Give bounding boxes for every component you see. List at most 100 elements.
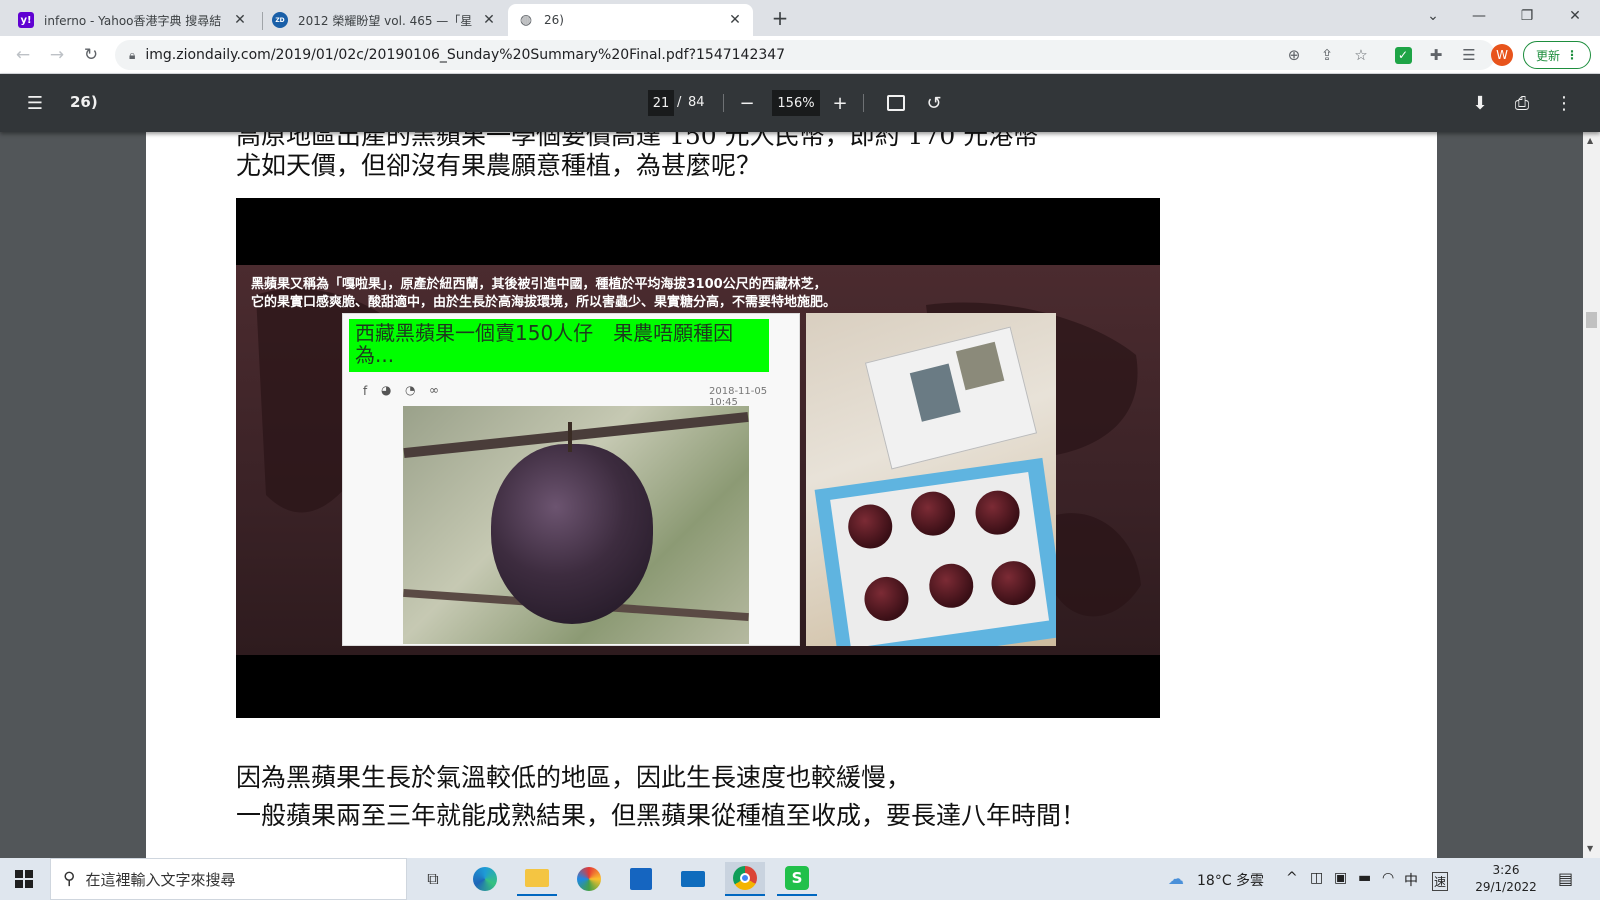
app-colorful-icon[interactable] — [569, 862, 609, 896]
article-date: 2018-11-05 10:45 — [709, 386, 768, 408]
brochure-shape — [864, 326, 1038, 470]
windows-logo-icon — [15, 870, 33, 888]
apple-shape — [845, 501, 896, 552]
update-button[interactable]: 更新 ⋮ — [1523, 41, 1591, 69]
close-tab-icon[interactable]: ✕ — [727, 12, 743, 28]
windows-taskbar: ⚲ 在這裡輸入文字來搜尋 ⧉ S ☁ 18°C 多雲 ^ ◫ ▣ ▬ ◠ 中 速… — [0, 858, 1600, 900]
update-label: 更新 — [1535, 48, 1560, 63]
clock[interactable]: 3:26 29/1/2022 — [1466, 862, 1546, 896]
zoom-out-icon[interactable]: − — [735, 91, 759, 115]
ime-mode-indicator[interactable]: 中 — [1404, 870, 1418, 890]
battery-icon[interactable]: ▬ — [1358, 870, 1371, 886]
zoom-icon[interactable]: ⊕ — [1283, 44, 1305, 66]
weather-text[interactable]: 18°C 多雲 — [1197, 870, 1264, 890]
url-text: img.ziondaily.com/2019/01/02c/20190106_S… — [145, 47, 786, 63]
bookmark-star-icon[interactable]: ☆ — [1350, 44, 1372, 66]
extensions-puzzle-icon[interactable]: ✚ — [1425, 44, 1447, 66]
mail-icon[interactable] — [673, 862, 713, 896]
new-tab-button[interactable]: + — [768, 6, 792, 30]
toolbar-divider — [863, 94, 864, 112]
pdf-toolbar: ☰ 26) 21 / 84 − 156% + ↺ ⬇ ⎙ ⋮ — [0, 74, 1600, 132]
zoom-in-icon[interactable]: + — [828, 91, 852, 115]
text-line-3: 一般蘋果兩至三年就能成熟結果，但黑蘋果從種植至收成，要長達八年時間！ — [236, 801, 1087, 830]
pdf-scrollbar[interactable]: ▲ ▼ — [1583, 132, 1600, 858]
scroll-up-arrow-icon[interactable]: ▲ — [1587, 136, 1593, 145]
microsoft-store-icon[interactable] — [621, 862, 661, 896]
pdf-page: 高原地區出產的黑蘋果一學個要價高達 150 元人民幣，即約 170 元港幣 尤如… — [146, 132, 1437, 858]
weibo-share-icon: ◔ — [405, 383, 416, 397]
forward-button[interactable]: → — [42, 40, 72, 70]
article-headline-line-1: 西藏黑蘋果一個賣150人仔 果農唔願種因 — [355, 321, 734, 345]
download-icon[interactable]: ⬇ — [1468, 91, 1492, 115]
page-number-input[interactable]: 21 — [648, 90, 674, 116]
clock-date: 29/1/2022 — [1475, 880, 1537, 894]
zoom-level-input[interactable]: 156% — [772, 90, 820, 116]
black-apple-screenshot-image: 黑蘋果又稱為「嘎啦果」，原產於紐西蘭，其後被引進中國，種植於平均海拔3100公尺… — [236, 198, 1160, 718]
apple-shape — [988, 558, 1039, 608]
close-tab-icon[interactable]: ✕ — [232, 12, 248, 28]
ime-speed-indicator[interactable]: 速 — [1432, 872, 1449, 891]
apple-shape — [926, 560, 977, 611]
more-options-icon[interactable]: ⋮ — [1552, 91, 1576, 115]
tab-search-icon[interactable]: ⌄ — [1410, 0, 1456, 32]
apple-shape — [861, 574, 912, 624]
app-green-s-icon[interactable]: S — [777, 862, 817, 896]
fit-to-page-icon[interactable] — [884, 91, 908, 115]
browser-toolbar: ← → ↻ 🔒︎ img.ziondaily.com/2019/01/02c/2… — [0, 36, 1600, 74]
edge-icon[interactable] — [465, 862, 505, 896]
scroll-down-arrow-icon[interactable]: ▼ — [1587, 844, 1593, 853]
wifi-icon[interactable]: ◠ — [1382, 870, 1394, 886]
notifications-icon[interactable]: ▤ — [1558, 869, 1573, 888]
reading-list-icon[interactable]: ☰ — [1458, 44, 1480, 66]
search-placeholder: 在這裡輸入文字來搜尋 — [85, 870, 236, 889]
apple-stem — [568, 422, 572, 452]
image-caption-line-2: 它的果實口感爽脆、酸甜適中，由於生長於高海拔環境，所以害蟲少、果實糖分高，不需要… — [251, 295, 837, 310]
task-view-icon[interactable]: ⧉ — [413, 862, 453, 896]
minimize-button[interactable]: — — [1456, 0, 1502, 32]
tab-zion[interactable]: ZD 2012 榮耀盼望 vol. 465 —「星 ✕ — [262, 4, 507, 36]
pdf-title: 26) — [70, 93, 98, 111]
brochure-photo — [909, 363, 961, 422]
globe-icon: ◍ — [519, 12, 533, 28]
meet-now-icon[interactable]: ◫ — [1310, 870, 1323, 886]
menu-dots-icon: ⋮ — [1566, 48, 1578, 62]
facebook-share-icon: f — [363, 384, 368, 398]
share-icon[interactable]: ⇪ — [1316, 44, 1338, 66]
zion-icon: ZD — [272, 12, 288, 28]
tab-pdf-active[interactable]: ◍ 26) ✕ — [508, 4, 753, 36]
print-icon[interactable]: ⎙ — [1510, 91, 1534, 115]
close-tab-icon[interactable]: ✕ — [481, 12, 497, 28]
rotate-icon[interactable]: ↺ — [922, 91, 946, 115]
display-icon[interactable]: ▣ — [1334, 870, 1347, 886]
blue-box-shape — [814, 457, 1056, 646]
scrollbar-thumb[interactable] — [1586, 312, 1597, 328]
clock-time: 3:26 — [1492, 863, 1520, 877]
weather-cloud-icon: ☁ — [1168, 869, 1184, 888]
file-explorer-icon[interactable] — [517, 862, 557, 896]
show-hidden-icons-chevron[interactable]: ^ — [1286, 870, 1298, 886]
apple-shape — [491, 444, 653, 624]
pdf-menu-icon[interactable]: ☰ — [23, 91, 47, 115]
tab-strip: y! inferno - Yahoo香港字典 搜尋結 ✕ ZD 2012 榮耀盼… — [0, 0, 1600, 36]
apple-shape — [972, 487, 1023, 538]
world-map-background: 黑蘋果又稱為「嘎啦果」，原產於紐西蘭，其後被引進中國，種植於平均海拔3100公尺… — [236, 265, 1160, 655]
tab-title: 26) — [544, 13, 564, 27]
tab-title: inferno - Yahoo香港字典 搜尋結 — [44, 13, 222, 28]
tab-title: 2012 榮耀盼望 vol. 465 —「星 — [298, 13, 473, 28]
reload-button[interactable]: ↻ — [76, 40, 106, 70]
back-button[interactable]: ← — [8, 40, 38, 70]
link-share-icon: ∞ — [429, 383, 439, 397]
avatar-initial: W — [1491, 44, 1513, 66]
close-window-button[interactable]: ✕ — [1552, 0, 1598, 32]
gift-box-photo — [806, 313, 1056, 646]
toolbar-divider — [723, 94, 724, 112]
total-pages: 84 — [688, 95, 705, 110]
start-button[interactable] — [4, 862, 44, 896]
taskbar-search-box[interactable]: ⚲ 在這裡輸入文字來搜尋 — [50, 858, 407, 900]
chrome-icon[interactable] — [725, 862, 765, 896]
wechat-share-icon: ◕ — [381, 383, 392, 397]
profile-avatar[interactable]: W — [1491, 44, 1513, 66]
tab-yahoo[interactable]: y! inferno - Yahoo香港字典 搜尋結 ✕ — [8, 4, 258, 36]
extension-check-icon[interactable]: ✓ — [1392, 44, 1414, 66]
restore-button[interactable]: ❐ — [1504, 0, 1550, 32]
